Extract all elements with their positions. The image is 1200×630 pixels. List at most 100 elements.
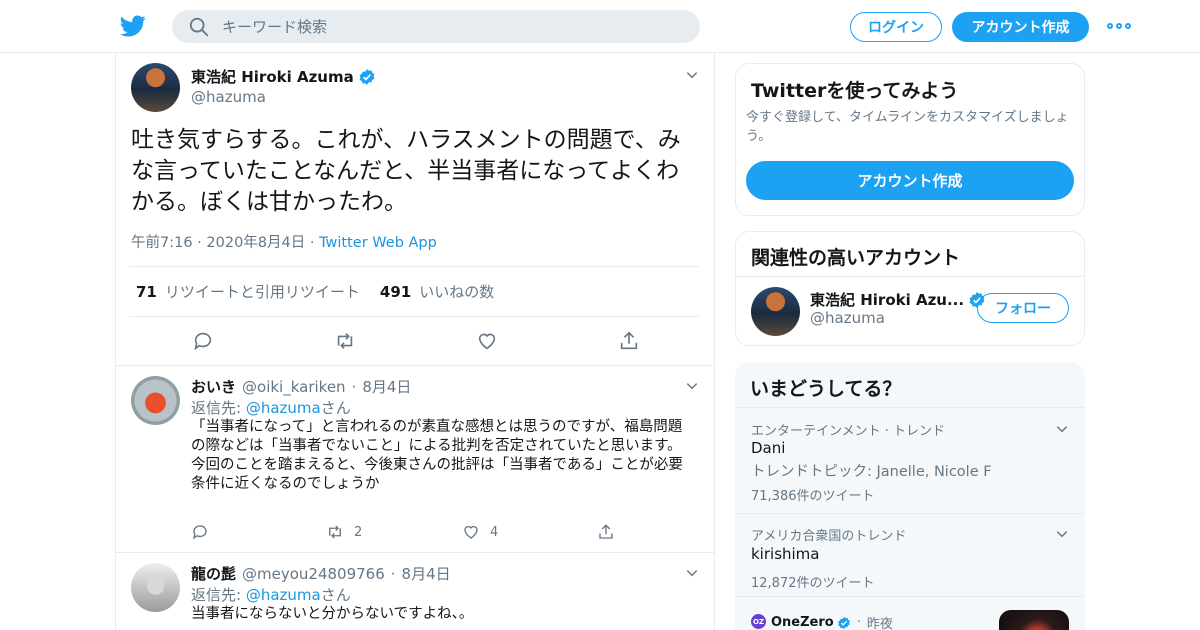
tweet-timestamp: 午前7:16 · 2020年8月4日 · Twitter Web App — [131, 235, 437, 251]
signup-card: Twitterを使ってみよう 今すぐ登録して、タイムラインをカスタマイズしましょ… — [735, 63, 1085, 216]
retweet-stat-label: リツイートと引用リツイート — [164, 283, 360, 301]
reply-author-name[interactable]: おいき — [191, 376, 236, 397]
like-stat-label: いいねの数 — [419, 283, 495, 301]
search-input[interactable] — [222, 17, 662, 36]
retweet-icon — [329, 525, 341, 539]
reply-to-prefix: 返信先: — [191, 399, 246, 417]
author-name-line: 東浩紀 Hiroki Azuma — [191, 66, 376, 87]
news-item[interactable]: OZ OneZero · 昨夜 — [735, 597, 1085, 630]
news-source: OneZero — [771, 615, 834, 630]
more-options-icon[interactable] — [1107, 18, 1131, 34]
reply-author-name[interactable]: 龍の髭 — [191, 563, 236, 584]
divider — [129, 266, 699, 267]
reply-button[interactable] — [191, 523, 219, 541]
tweet-source-app[interactable]: Twitter Web App — [319, 235, 437, 251]
reply-to-handle[interactable]: @hazuma — [246, 586, 321, 604]
reply-author-line: おいき @oiki_kariken · 8月4日 — [191, 376, 412, 397]
like-count: 4 — [490, 524, 499, 540]
chevron-down-icon[interactable] — [685, 566, 699, 580]
retweet-count: 2 — [354, 524, 363, 540]
avatar[interactable] — [751, 287, 800, 336]
news-source-line: OneZero · 昨夜 — [771, 615, 893, 630]
retweet-button[interactable]: 2 — [326, 523, 362, 541]
reply-text-line: 「当事者になって」と言われるのが素直な感想とは思うのですが、福島問題の際などは「… — [191, 419, 683, 454]
reply-date[interactable]: 8月4日 — [362, 376, 411, 397]
reply-text-line: 今回のことを踏まえると、今後東さんの批評は「当事者である」ことが必要条件に近くな… — [191, 457, 683, 492]
related-account-name-line: 東浩紀 Hiroki Azu... — [810, 289, 986, 310]
chevron-down-icon[interactable] — [685, 68, 699, 82]
like-icon[interactable] — [476, 330, 498, 352]
signup-card-title: Twitterを使ってみよう — [751, 80, 959, 102]
tweet-date[interactable]: 2020年8月4日 — [206, 235, 305, 251]
reply-author-handle[interactable]: @meyou24809766 — [242, 565, 385, 583]
reply-text: 「当事者になって」と言われるのが素直な感想とは思うのですが、福島問題の際などは「… — [191, 418, 696, 494]
trends-card: いまどうしてる？ エンターテインメント · トレンド Dani トレンドトピック… — [735, 362, 1085, 630]
twitter-bird-icon[interactable] — [120, 13, 146, 39]
retweet-count: 71 — [136, 283, 157, 301]
avatar[interactable] — [131, 376, 180, 425]
main-column: 東浩紀 Hiroki Azuma @hazuma 吐き気すらする。これが、ハラス… — [115, 53, 715, 630]
tweet-stats: 71 リツイートと引用リツイート 491 いいねの数 — [136, 281, 494, 302]
reply-to-suffix: さん — [320, 399, 351, 417]
news-thumbnail[interactable] — [999, 610, 1069, 630]
signup-card-body: 今すぐ登録して、タイムラインをカスタマイズしましょう。 — [746, 110, 1069, 144]
like-count: 491 — [379, 283, 412, 301]
like-icon — [464, 525, 478, 539]
divider — [129, 316, 699, 317]
search-icon — [189, 17, 209, 36]
follow-button[interactable]: フォロー — [977, 293, 1069, 323]
reply-to-suffix: さん — [320, 586, 351, 604]
related-accounts-card: 関連性の高いアカウント 東浩紀 Hiroki Azu... @hazuma フォ… — [735, 231, 1085, 346]
top-bar: ログイン アカウント作成 — [0, 0, 1200, 53]
trend-name: kirishima — [751, 545, 820, 563]
signup-button[interactable]: アカウント作成 — [952, 12, 1089, 42]
reply-author-handle[interactable]: @oiki_kariken — [242, 378, 346, 396]
verified-badge-icon — [837, 616, 850, 629]
author-display-name[interactable]: 東浩紀 Hiroki Azuma — [191, 66, 354, 87]
reply-text: 当事者にならないと分からないですよね、。 — [191, 606, 474, 622]
avatar[interactable] — [131, 563, 180, 612]
search-bar[interactable] — [172, 10, 700, 43]
author-handle[interactable]: @hazuma — [191, 88, 266, 106]
onezero-logo-icon: OZ — [751, 614, 766, 629]
verified-badge-icon — [359, 68, 375, 85]
chevron-down-icon[interactable] — [1055, 422, 1069, 436]
login-button[interactable]: ログイン — [850, 12, 942, 42]
reply-author-line: 龍の髭 @meyou24809766 · 8月4日 — [191, 563, 451, 584]
trend-item[interactable]: エンターテインメント · トレンド Dani トレンドトピック: Janelle… — [735, 408, 1085, 513]
retweet-stat[interactable]: 71 リツイートと引用リツイート — [136, 283, 360, 301]
share-button[interactable] — [597, 523, 625, 541]
share-icon[interactable] — [618, 330, 640, 352]
like-button[interactable]: 4 — [462, 523, 498, 541]
related-account-handle[interactable]: @hazuma — [810, 309, 885, 327]
reply-to-prefix: 返信先: — [191, 586, 246, 604]
chevron-down-icon[interactable] — [685, 379, 699, 393]
trend-name: Dani — [751, 439, 786, 457]
trends-card-title: いまどうしてる？ — [750, 378, 902, 400]
tweet-actions — [116, 330, 714, 352]
tweet-time[interactable]: 午前7:16 — [131, 235, 193, 251]
reply-to-line: 返信先: @hazumaさん — [191, 397, 351, 418]
related-account-name[interactable]: 東浩紀 Hiroki Azu... — [810, 289, 964, 310]
reply-icon[interactable] — [192, 330, 214, 352]
trend-item[interactable]: アメリカ合衆国のトレンド kirishima 12,872件のツイート — [735, 514, 1085, 596]
tweet-text: 吐き気すらする。これが、ハラスメントの問題で、みな言っていたことなんだと、半当事… — [131, 127, 681, 215]
signup-card-button[interactable]: アカウント作成 — [746, 161, 1074, 200]
like-stat[interactable]: 491 いいねの数 — [380, 283, 494, 301]
reply-to-line: 返信先: @hazumaさん — [191, 584, 351, 605]
reply-to-handle[interactable]: @hazuma — [246, 399, 321, 417]
reply-date[interactable]: 8月4日 — [402, 563, 451, 584]
reply-icon — [192, 525, 207, 540]
divider — [116, 365, 714, 366]
trend-subtitle: トレンドトピック: Janelle, Nicole F — [751, 464, 992, 480]
trend-context: エンターテインメント · トレンド — [751, 424, 946, 439]
trend-context: アメリカ合衆国のトレンド — [751, 529, 907, 544]
related-card-title: 関連性の高いアカウント — [751, 247, 961, 269]
chevron-down-icon[interactable] — [1055, 527, 1069, 541]
trend-count: 12,872件のツイート — [751, 576, 875, 591]
trend-count: 71,386件のツイート — [751, 489, 875, 504]
divider — [736, 276, 1084, 277]
avatar[interactable] — [131, 63, 180, 112]
share-icon — [599, 524, 613, 539]
retweet-icon[interactable] — [334, 330, 356, 352]
